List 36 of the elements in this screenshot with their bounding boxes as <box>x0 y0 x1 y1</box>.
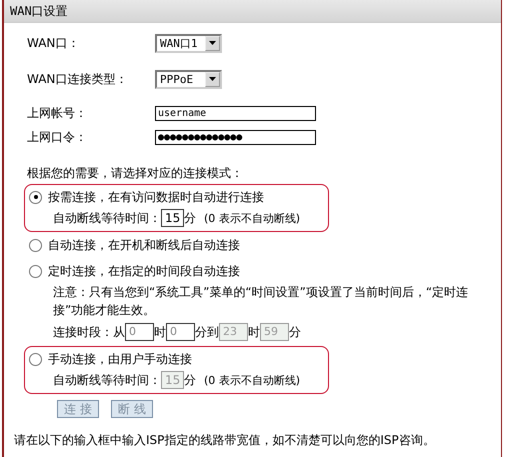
unit-label: 分 <box>184 372 196 388</box>
radio-button[interactable] <box>29 264 42 278</box>
caret-icon <box>209 41 216 45</box>
radio-label: 自动连接，在开机和断线后自动连接 <box>48 236 240 254</box>
radio-label: 按需连接，在有访问数据时自动进行连接 <box>48 188 264 206</box>
dropdown[interactable]: PPPoE <box>155 70 222 88</box>
radio-button[interactable] <box>29 238 42 252</box>
password-field[interactable]: ●●●●●●●●●●●●●● <box>155 130 316 144</box>
prompt-text: 根据您的需要，请选择对应的连接模式： <box>26 165 244 182</box>
field-label: 分 <box>289 324 301 340</box>
field-label: WAN口连接类型： <box>26 70 128 88</box>
field-label: 上网口令： <box>26 128 88 146</box>
input-field[interactable]: 0 <box>125 323 154 341</box>
note-text: 注意：只有当您到“系统工具”菜单的“时间设置”项设置了当前时间后，“定时连接”功能才能生效。 <box>52 284 470 319</box>
field-label: 连接时段：从 <box>53 324 125 340</box>
input-field[interactable]: 0 <box>166 323 195 341</box>
input-field[interactable]: username <box>155 106 316 120</box>
field-label: 上网帐号： <box>26 104 88 122</box>
unit-label: 分 <box>184 210 196 226</box>
hint-text: (0 表示不自动断线) <box>204 372 300 388</box>
caret-icon <box>209 77 216 81</box>
field-label: WAN口： <box>26 34 80 52</box>
radio-button[interactable] <box>29 352 42 366</box>
field-label: 分到 <box>195 324 219 340</box>
instruction-text: 请在以下的输入框中输入ISP指定的线路带宽值，如不清楚可以向您的ISP咨询。 <box>14 432 436 449</box>
dropdown[interactable]: WAN口1 <box>155 34 222 52</box>
field-label: 自动断线等待时间： <box>53 210 161 226</box>
radio-label: 定时连接，在指定的时间段自动连接 <box>48 262 240 280</box>
field-label: 时 <box>154 324 166 340</box>
section-title: WAN口设置 <box>10 2 68 20</box>
field-label: 自动断线等待时间： <box>53 372 161 388</box>
radio-label: 手动连接，由用户手动连接 <box>48 350 192 368</box>
input-field[interactable]: 15 <box>161 209 184 227</box>
field-label: 时 <box>248 324 260 340</box>
hint-text: (0 表示不自动断线) <box>204 210 300 226</box>
radio-button[interactable] <box>29 190 42 204</box>
